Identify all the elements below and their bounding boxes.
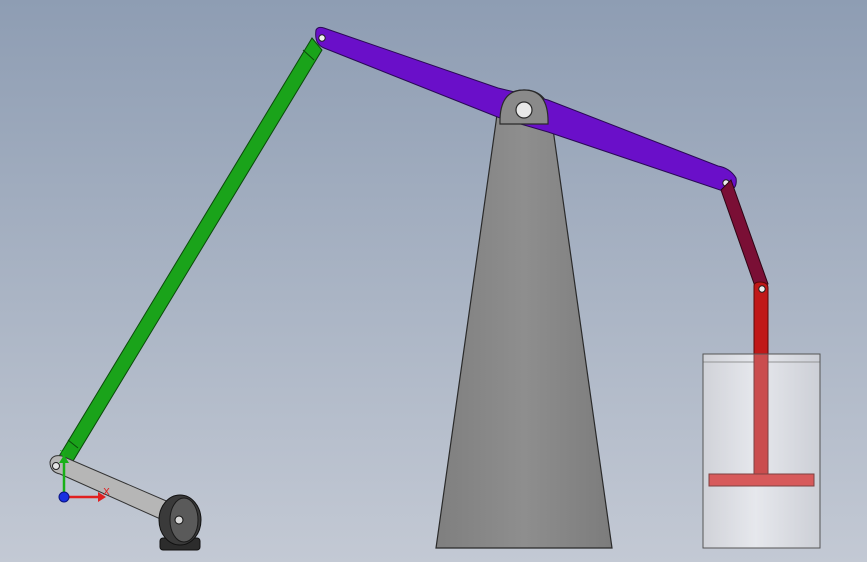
cylinder-glass	[702, 353, 821, 549]
beam-left-pin	[318, 34, 326, 42]
cad-viewport[interactable]: X Y	[0, 0, 867, 562]
z-axis-dot	[58, 491, 70, 503]
mechanism-drawing: X Y	[0, 0, 867, 562]
wheel-hub	[174, 515, 184, 525]
drive-wheel[interactable]	[158, 494, 202, 551]
crank-end-pin	[52, 462, 60, 470]
x-axis-label: X	[103, 487, 110, 498]
y-axis-label: Y	[59, 449, 67, 460]
piston-rod-pin	[758, 285, 766, 293]
